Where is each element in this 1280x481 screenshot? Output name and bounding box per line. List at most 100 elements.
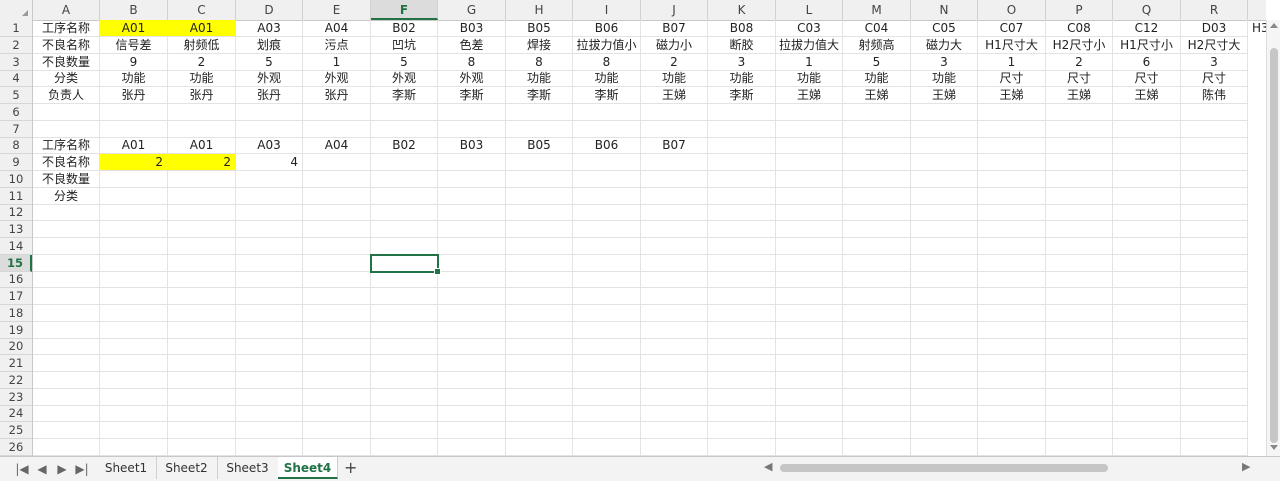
grid-cell[interactable] [100,305,168,322]
grid-cell[interactable] [303,322,371,339]
grid-cell[interactable] [1181,288,1248,305]
row-header-12[interactable]: 12 [0,204,32,221]
grid-cell[interactable] [776,221,843,238]
grid-cell[interactable] [911,171,978,188]
grid-cell[interactable] [641,238,708,255]
grid-cell[interactable] [776,104,843,121]
grid-cell[interactable] [236,271,303,288]
grid-cell[interactable] [236,355,303,372]
grid-cell[interactable] [776,188,843,205]
grid-cell[interactable] [168,171,236,188]
grid-cell[interactable] [641,171,708,188]
column-header-n[interactable]: N [911,0,978,20]
grid-cell[interactable] [911,154,978,171]
cell-h4[interactable]: 功能 [506,70,573,87]
grid-cell[interactable] [438,322,506,339]
cell-r4[interactable]: 尺寸 [1181,70,1248,87]
grid-cell[interactable] [1113,171,1181,188]
grid-cell[interactable] [843,154,911,171]
grid-cell[interactable] [303,104,371,121]
cell-h3[interactable]: 8 [506,54,573,71]
grid-cell[interactable] [303,405,371,422]
column-header-k[interactable]: K [708,0,776,20]
grid-cell[interactable] [438,288,506,305]
grid-cell[interactable] [100,221,168,238]
cell-c9[interactable]: 2 [168,154,236,171]
grid-cell[interactable] [1113,104,1181,121]
grid-cell[interactable] [168,221,236,238]
grid-cell[interactable] [168,372,236,389]
grid-cell[interactable] [708,372,776,389]
cell-i4[interactable]: 功能 [573,70,641,87]
grid-cell[interactable] [1113,238,1181,255]
grid-cell[interactable] [1113,188,1181,205]
grid-cell[interactable] [776,204,843,221]
cell-a4[interactable]: 分类 [33,70,100,87]
grid-cell[interactable] [236,322,303,339]
grid-cell[interactable] [303,338,371,355]
grid-cell[interactable] [1113,221,1181,238]
grid-cell[interactable] [33,305,100,322]
grid-cell[interactable] [33,121,100,138]
grid-cell[interactable] [33,104,100,121]
row-header-7[interactable]: 7 [0,121,32,138]
cell-h5[interactable]: 李斯 [506,87,573,104]
cell-e4[interactable]: 外观 [303,70,371,87]
grid-cell[interactable] [303,221,371,238]
grid-cell[interactable] [168,338,236,355]
cell-f8[interactable]: B02 [371,137,438,154]
grid-cell[interactable] [708,271,776,288]
cell-d1[interactable]: A03 [236,20,303,37]
row-header-6[interactable]: 6 [0,104,32,121]
grid-cell[interactable] [1046,221,1113,238]
grid-cell[interactable] [1113,305,1181,322]
grid-cell[interactable] [843,389,911,406]
grid-cell[interactable] [843,121,911,138]
cell-p2[interactable]: H2尺寸小 [1046,37,1113,54]
cell-d4[interactable]: 外观 [236,70,303,87]
grid-cell[interactable] [1046,171,1113,188]
cell-a9[interactable]: 不良名称 [33,154,100,171]
grid-cell[interactable] [641,372,708,389]
cell-d9[interactable]: 4 [236,154,303,171]
grid-cell[interactable] [506,188,573,205]
cell-i5[interactable]: 李斯 [573,87,641,104]
grid-cell[interactable] [1181,204,1248,221]
cell-j1[interactable]: B07 [641,20,708,37]
cell-j5[interactable]: 王娣 [641,87,708,104]
cell-i8[interactable]: B06 [573,137,641,154]
grid-cell[interactable] [371,322,438,339]
grid-cell[interactable] [1113,288,1181,305]
cell-p4[interactable]: 尺寸 [1046,70,1113,87]
row-header-2[interactable]: 2 [0,37,32,54]
grid-cell[interactable] [1181,104,1248,121]
grid-cell[interactable] [1113,255,1181,272]
grid-cell[interactable] [1181,238,1248,255]
grid-cell[interactable] [438,238,506,255]
grid-cell[interactable] [708,255,776,272]
grid-cell[interactable] [33,422,100,439]
grid-cell[interactable] [100,322,168,339]
grid-cell[interactable] [506,288,573,305]
grid-cell[interactable] [708,439,776,456]
grid-cell[interactable] [100,338,168,355]
cell-a5[interactable]: 负责人 [33,87,100,104]
column-header-b[interactable]: B [100,0,168,20]
horizontal-scroll-thumb[interactable] [780,464,1108,472]
grid-cell[interactable] [776,154,843,171]
cell-grid[interactable]: 工序名称 A01 A01 A03 A04 B02 B03 B05 B06 B07 B08 C03 C04… [33,20,1266,456]
grid-cell[interactable] [978,154,1046,171]
cell-j8[interactable]: B07 [641,137,708,154]
cell-n5[interactable]: 王娣 [911,87,978,104]
sheet-tab-sheet1[interactable]: Sheet1 [96,457,157,479]
grid-cell[interactable] [168,389,236,406]
cell-j3[interactable]: 2 [641,54,708,71]
cell-b4[interactable]: 功能 [100,70,168,87]
grid-cell[interactable] [100,255,168,272]
grid-cell[interactable] [843,372,911,389]
grid-cell[interactable] [708,121,776,138]
cell-e1[interactable]: A04 [303,20,371,37]
grid-cell[interactable] [1046,188,1113,205]
grid-cell[interactable] [303,271,371,288]
grid-cell[interactable] [371,439,438,456]
